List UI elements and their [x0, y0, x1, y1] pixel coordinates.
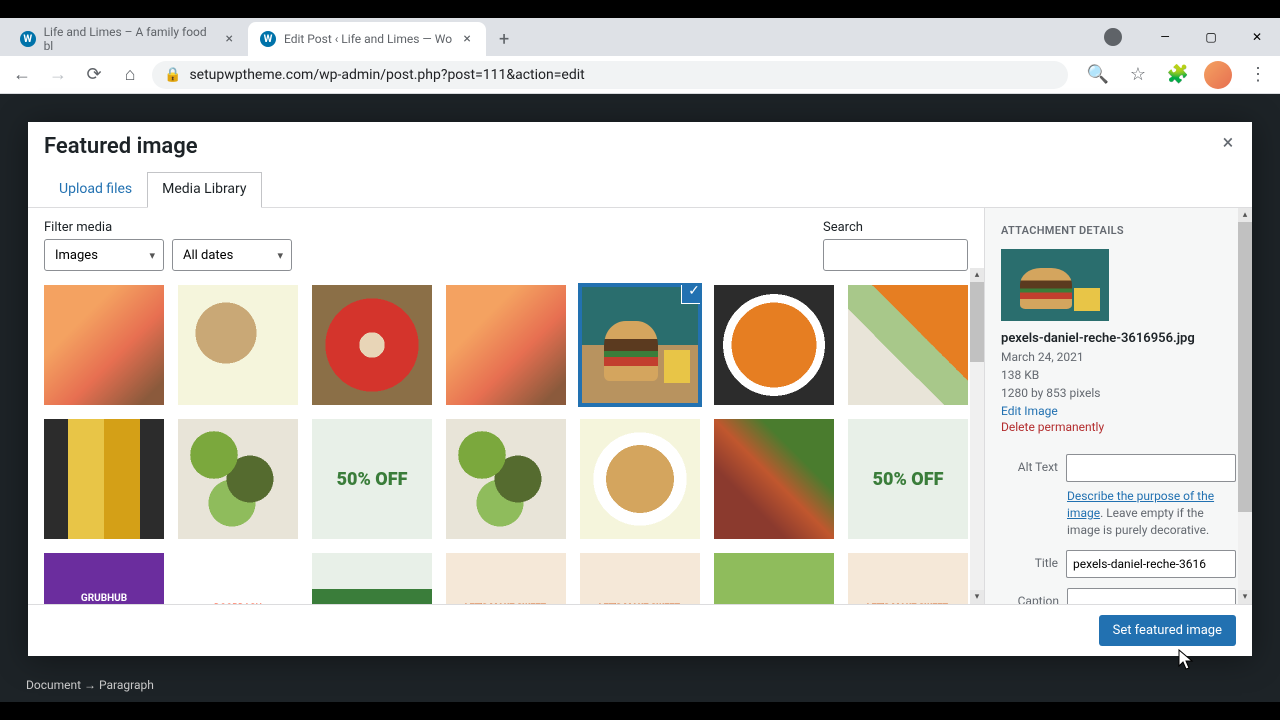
window-minimize[interactable]: — [1142, 22, 1188, 52]
tab-media-library[interactable]: Media Library [147, 172, 261, 208]
search-label: Search [823, 220, 968, 235]
sidebar-scrollbar[interactable]: ▴ ▾ [1238, 208, 1252, 604]
close-modal-button[interactable]: × [1216, 130, 1240, 154]
media-thumb[interactable] [178, 285, 298, 405]
media-thumb[interactable] [446, 419, 566, 539]
browser-tab-1[interactable]: W Life and Limes – A family food bl × [8, 22, 248, 56]
caption-label: Caption [1001, 588, 1059, 604]
attachment-date: March 24, 2021 [1001, 348, 1236, 366]
media-thumb[interactable] [580, 553, 700, 604]
attachment-size: 138 KB [1001, 366, 1236, 384]
title-input[interactable] [1066, 550, 1236, 578]
delete-permanently-link[interactable]: Delete permanently [1001, 420, 1236, 434]
back-button[interactable]: ← [8, 61, 36, 89]
alt-text-input[interactable] [1066, 454, 1236, 482]
scroll-thumb[interactable] [1238, 222, 1252, 512]
media-thumb[interactable] [312, 419, 432, 539]
lock-icon: 🔒 [164, 67, 181, 83]
media-thumb[interactable] [178, 419, 298, 539]
modal-title: Featured image [44, 134, 198, 159]
media-thumb[interactable] [312, 285, 432, 405]
profile-avatar[interactable] [1204, 61, 1232, 89]
menu-icon[interactable]: ⋮ [1244, 61, 1272, 89]
tab-title: Edit Post ‹ Life and Limes — Wo [284, 32, 452, 46]
search-input[interactable] [823, 239, 968, 271]
media-thumb[interactable] [714, 419, 834, 539]
media-library-panel: Filter media Images All dates Search [28, 208, 984, 604]
filter-date-select[interactable]: All dates [172, 239, 292, 271]
media-thumb[interactable] [446, 285, 566, 405]
attachment-preview [1001, 249, 1109, 321]
title-label: Title [1001, 550, 1058, 570]
extensions-icon[interactable]: 🧩 [1164, 61, 1192, 89]
close-icon[interactable]: × [460, 32, 474, 46]
media-thumb[interactable] [312, 553, 432, 604]
wordpress-favicon: W [260, 31, 276, 47]
scroll-thumb[interactable] [970, 282, 984, 362]
address-bar[interactable]: 🔒 setupwptheme.com/wp-admin/post.php?pos… [152, 61, 1068, 89]
check-icon: ✓ [682, 285, 700, 303]
media-thumb-selected[interactable]: ✓ [580, 285, 700, 405]
media-thumb[interactable] [848, 419, 968, 539]
media-thumb[interactable] [446, 553, 566, 604]
edit-image-link[interactable]: Edit Image [1001, 404, 1236, 418]
featured-image-modal: Featured image × Upload files Media Libr… [28, 122, 1252, 656]
editor-backdrop: Document → Paragraph Featured image × Up… [0, 94, 1280, 702]
new-tab-button[interactable]: + [490, 25, 518, 53]
scroll-up-arrow[interactable]: ▴ [1238, 208, 1252, 222]
filter-type-select[interactable]: Images [44, 239, 164, 271]
attachment-details-heading: ATTACHMENT DETAILS [1001, 224, 1236, 237]
zoom-icon[interactable]: 🔍 [1084, 61, 1112, 89]
window-maximize[interactable]: ▢ [1188, 22, 1234, 52]
alt-text-help: Describe the purpose of the image. Leave… [1067, 488, 1236, 538]
wordpress-favicon: W [20, 31, 36, 47]
media-thumb[interactable]: GRUBHUB Instead Of Cooking, PLAY [44, 553, 164, 604]
set-featured-image-button[interactable]: Set featured image [1099, 615, 1236, 646]
grid-scrollbar[interactable]: ▴ ▾ [970, 268, 984, 604]
account-icon[interactable] [1104, 28, 1122, 46]
media-thumb[interactable] [714, 553, 834, 604]
browser-tab-2[interactable]: W Edit Post ‹ Life and Limes — Wo × [248, 22, 486, 56]
close-icon[interactable]: × [222, 32, 236, 46]
media-thumb[interactable] [44, 419, 164, 539]
media-thumb[interactable] [848, 553, 968, 604]
caption-input[interactable] [1067, 588, 1236, 604]
breadcrumb: Document → Paragraph [26, 678, 154, 692]
browser-toolbar: ← → ⟳ ⌂ 🔒 setupwptheme.com/wp-admin/post… [0, 56, 1280, 94]
url-text: setupwptheme.com/wp-admin/post.php?post=… [189, 67, 584, 83]
media-thumb[interactable] [714, 285, 834, 405]
bookmark-icon[interactable]: ☆ [1124, 61, 1152, 89]
attachment-filename: pexels-daniel-reche-3616956.jpg [1001, 331, 1236, 346]
media-thumb[interactable] [44, 285, 164, 405]
scroll-down-arrow[interactable]: ▾ [1238, 590, 1252, 604]
window-close[interactable]: ✕ [1234, 22, 1280, 52]
media-thumb[interactable] [580, 419, 700, 539]
filter-media-label: Filter media [44, 220, 292, 235]
reload-button[interactable]: ⟳ [80, 61, 108, 89]
tab-upload-files[interactable]: Upload files [44, 172, 147, 208]
scroll-down-arrow[interactable]: ▾ [970, 590, 984, 604]
attachment-details-panel: ATTACHMENT DETAILS pexels-daniel-reche-3… [984, 208, 1252, 604]
scroll-up-arrow[interactable]: ▴ [970, 268, 984, 282]
media-thumb[interactable] [848, 285, 968, 405]
home-button[interactable]: ⌂ [116, 61, 144, 89]
attachment-dimensions: 1280 by 853 pixels [1001, 384, 1236, 402]
forward-button[interactable]: → [44, 61, 72, 89]
alt-text-label: Alt Text [1001, 454, 1058, 474]
media-thumb[interactable]: DOORDASH First Order, $0 Delivery Fee [178, 553, 298, 604]
media-grid: ✓ GRUBHUB Instead Of Cookin [44, 285, 968, 604]
browser-tab-bar: W Life and Limes – A family food bl × W … [0, 18, 1280, 56]
tab-title: Life and Limes – A family food bl [44, 25, 215, 53]
